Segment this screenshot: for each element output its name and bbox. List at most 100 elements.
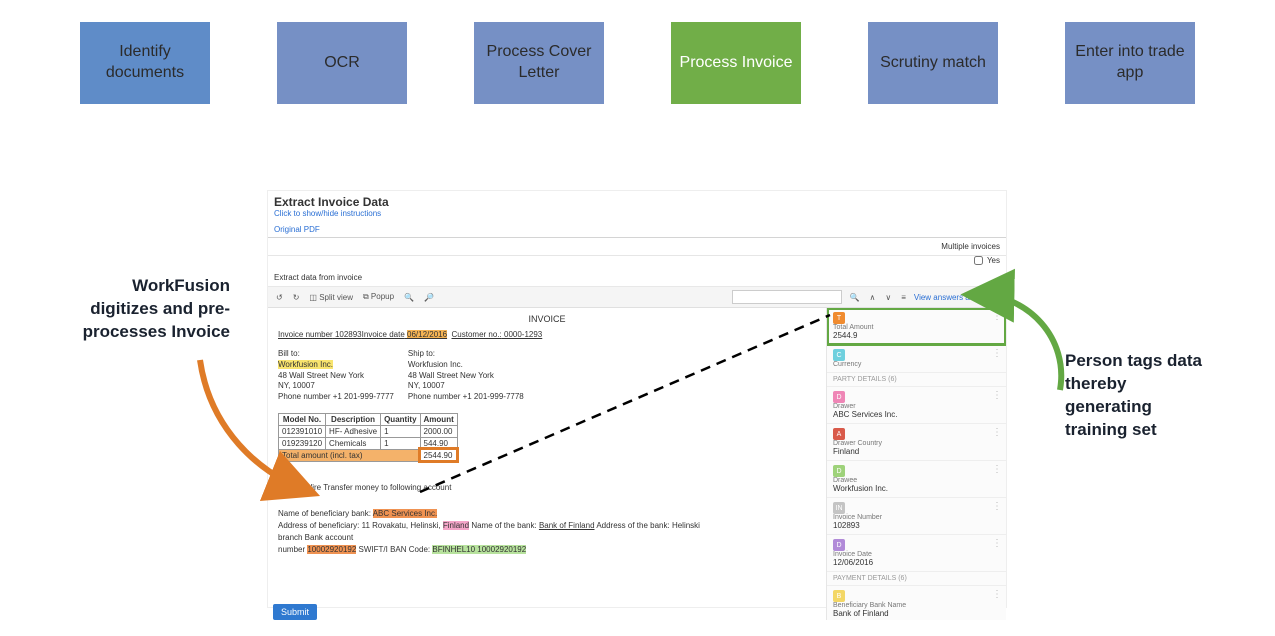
document-viewer: INVOICE Invoice number 102893Invoice dat… bbox=[268, 308, 826, 620]
badge-drawer-country-icon: A bbox=[833, 428, 845, 440]
step-ocr: OCR bbox=[277, 22, 407, 104]
ben-addr-value: 11 Rovakatu, Helinski, bbox=[362, 521, 441, 530]
answer-invoice-number[interactable]: IN Invoice Number 102893 ⋮ bbox=[827, 498, 1006, 535]
line-items-table: Model No. Description Quantity Amount 01… bbox=[278, 413, 458, 462]
multiple-invoices-row: Multiple invoices bbox=[268, 238, 1006, 256]
list-icon[interactable]: ≡ bbox=[899, 293, 908, 302]
doc-heading-invoice: INVOICE bbox=[278, 314, 816, 324]
swift-label: SWIFT/I BAN Code: bbox=[359, 545, 431, 554]
table-total-row: Total amount (incl. tax) 2544.90 bbox=[279, 449, 458, 461]
view-answers-table-link[interactable]: View answers as a table bbox=[914, 293, 1000, 302]
step-process-invoice: Process Invoice bbox=[671, 22, 801, 104]
badge-ben-bank-icon: B bbox=[833, 590, 845, 602]
ben-country-value: Finland bbox=[443, 521, 469, 530]
popup-toggle[interactable]: ⧉ Popup bbox=[361, 292, 396, 302]
bill-to-header: Bill to: bbox=[278, 349, 394, 360]
search-prev-icon[interactable]: ∧ bbox=[867, 293, 877, 302]
bill-to-addr1: 48 Wall Street New York bbox=[278, 371, 394, 382]
kebab-icon[interactable]: ⋮ bbox=[992, 428, 1002, 438]
total-amount-highlight: 2544.90 bbox=[420, 449, 457, 461]
ship-to-addr2: NY, 10007 bbox=[408, 381, 524, 392]
answer-total-amount[interactable]: T Total Amount 2544.9 ⋮ bbox=[827, 308, 1006, 345]
kebab-icon[interactable]: ⋮ bbox=[992, 465, 1002, 475]
customer-no-value: 0000-1293 bbox=[504, 330, 542, 339]
ship-to-header: Ship to: bbox=[408, 349, 524, 360]
customer-no-label: Customer no.: bbox=[452, 330, 502, 339]
invoice-date-label: Invoice date bbox=[362, 330, 405, 339]
col-quantity: Quantity bbox=[381, 413, 420, 425]
badge-currency-icon: C bbox=[833, 349, 845, 361]
right-annotation-caption: Person tags data thereby generating trai… bbox=[1065, 350, 1205, 442]
zoom-out-icon[interactable]: 🔎 bbox=[422, 293, 436, 302]
step-scrutiny-match: Scrutiny match bbox=[868, 22, 998, 104]
process-steps-row: Identify documents OCR Process Cover Let… bbox=[0, 0, 1275, 104]
ship-to-phone: Phone number +1 201-999-7778 bbox=[408, 392, 524, 403]
step-enter-trade-app: Enter into trade app bbox=[1065, 22, 1195, 104]
badge-invoice-number-icon: IN bbox=[833, 502, 845, 514]
app-window: Extract Invoice Data Click to show/hide … bbox=[267, 190, 1007, 608]
col-model-no: Model No. bbox=[279, 413, 326, 425]
ben-bank-label: Name of beneficiary bank: bbox=[278, 509, 371, 518]
ben-bank-value: ABC Services Inc. bbox=[373, 509, 437, 518]
invoice-date-value: 06/12/2016 bbox=[407, 330, 447, 339]
bill-to-name: Workfusion Inc. bbox=[278, 360, 333, 369]
col-description: Description bbox=[326, 413, 381, 425]
wire-intro: Please Wire Transfer money to following … bbox=[278, 482, 708, 494]
toolbar: ↺ ↻ ◫ Split view ⧉ Popup 🔍 🔎 🔍 ∧ ∨ ≡ Vie… bbox=[268, 287, 1006, 308]
bank-addr-label: Address of the bank: bbox=[596, 521, 669, 530]
app-title: Extract Invoice Data bbox=[268, 191, 1006, 209]
group-party-details: PARTY DETAILS (6) bbox=[827, 373, 1006, 387]
kebab-icon[interactable]: ⋮ bbox=[992, 349, 1002, 359]
ship-to-addr1: 48 Wall Street New York bbox=[408, 371, 524, 382]
col-amount: Amount bbox=[420, 413, 457, 425]
answers-sidepanel: T Total Amount 2544.9 ⋮ C Currency ⋮ PAR… bbox=[826, 308, 1006, 620]
search-input[interactable] bbox=[732, 290, 842, 304]
acct-no-value: 10002920192 bbox=[307, 545, 356, 554]
kebab-icon[interactable]: ⋮ bbox=[992, 590, 1002, 600]
search-icon[interactable]: 🔍 bbox=[848, 293, 862, 302]
bank-name-label: Name of the bank: bbox=[471, 521, 536, 530]
bank-name-value: Bank of Finland bbox=[539, 521, 595, 530]
answer-drawee[interactable]: D Drawee Workfusion Inc. ⋮ bbox=[827, 461, 1006, 498]
ben-addr-label: Address of beneficiary: bbox=[278, 521, 359, 530]
step-identify-documents: Identify documents bbox=[80, 22, 210, 104]
multiple-invoices-yes: Yes bbox=[987, 256, 1000, 265]
table-row: 019239120 Chemicals 1 544.90 bbox=[279, 437, 458, 449]
invoice-number-value: 102893 bbox=[335, 330, 362, 339]
badge-drawee-icon: D bbox=[833, 465, 845, 477]
kebab-icon[interactable]: ⋮ bbox=[992, 539, 1002, 549]
total-label: Total amount (incl. tax) bbox=[279, 449, 421, 461]
zoom-in-icon[interactable]: 🔍 bbox=[402, 293, 416, 302]
submit-button[interactable]: Submit bbox=[273, 604, 317, 620]
redo-icon[interactable]: ↻ bbox=[291, 293, 302, 302]
split-view-toggle[interactable]: ◫ Split view bbox=[307, 293, 355, 302]
kebab-icon[interactable]: ⋮ bbox=[992, 391, 1002, 401]
group-payment-details: PAYMENT DETAILS (6) bbox=[827, 572, 1006, 586]
answer-drawer[interactable]: D Drawer ABC Services Inc. ⋮ bbox=[827, 387, 1006, 424]
badge-total-icon: T bbox=[833, 312, 845, 324]
toggle-instructions-link[interactable]: Click to show/hide instructions bbox=[268, 209, 1006, 222]
answer-currency[interactable]: C Currency ⋮ bbox=[827, 345, 1006, 373]
answer-ben-bank-name[interactable]: B Beneficiary Bank Name Bank of Finland … bbox=[827, 586, 1006, 620]
kebab-icon[interactable]: ⋮ bbox=[992, 312, 1002, 322]
extract-data-label: Extract data from invoice bbox=[268, 269, 1006, 287]
badge-drawer-icon: D bbox=[833, 391, 845, 403]
swift-value: BFINHEL10 10002920192 bbox=[432, 545, 526, 554]
kebab-icon[interactable]: ⋮ bbox=[992, 502, 1002, 512]
acct-no-label: number bbox=[278, 545, 305, 554]
answer-invoice-date[interactable]: D Invoice Date 12/06/2016 ⋮ bbox=[827, 535, 1006, 572]
step-process-cover-letter: Process Cover Letter bbox=[474, 22, 604, 104]
invoice-number-label: Invoice number bbox=[278, 330, 333, 339]
bill-to-addr2: NY, 10007 bbox=[278, 381, 394, 392]
tab-original-pdf[interactable]: Original PDF bbox=[268, 222, 1006, 238]
ship-to-name: Workfusion Inc. bbox=[408, 360, 524, 371]
multiple-invoices-label: Multiple invoices bbox=[941, 242, 1000, 251]
left-annotation-caption: WorkFusion digitizes and pre-processes I… bbox=[80, 275, 230, 344]
undo-icon[interactable]: ↺ bbox=[274, 293, 285, 302]
table-row: 012391010 HF- Adhesive 1 2000.00 bbox=[279, 425, 458, 437]
bill-to-phone: Phone number +1 201-999-7777 bbox=[278, 392, 394, 403]
multiple-invoices-checkbox[interactable] bbox=[974, 256, 983, 265]
badge-invoice-date-icon: D bbox=[833, 539, 845, 551]
answer-drawer-country[interactable]: A Drawer Country Finland ⋮ bbox=[827, 424, 1006, 461]
search-next-icon[interactable]: ∨ bbox=[883, 293, 893, 302]
